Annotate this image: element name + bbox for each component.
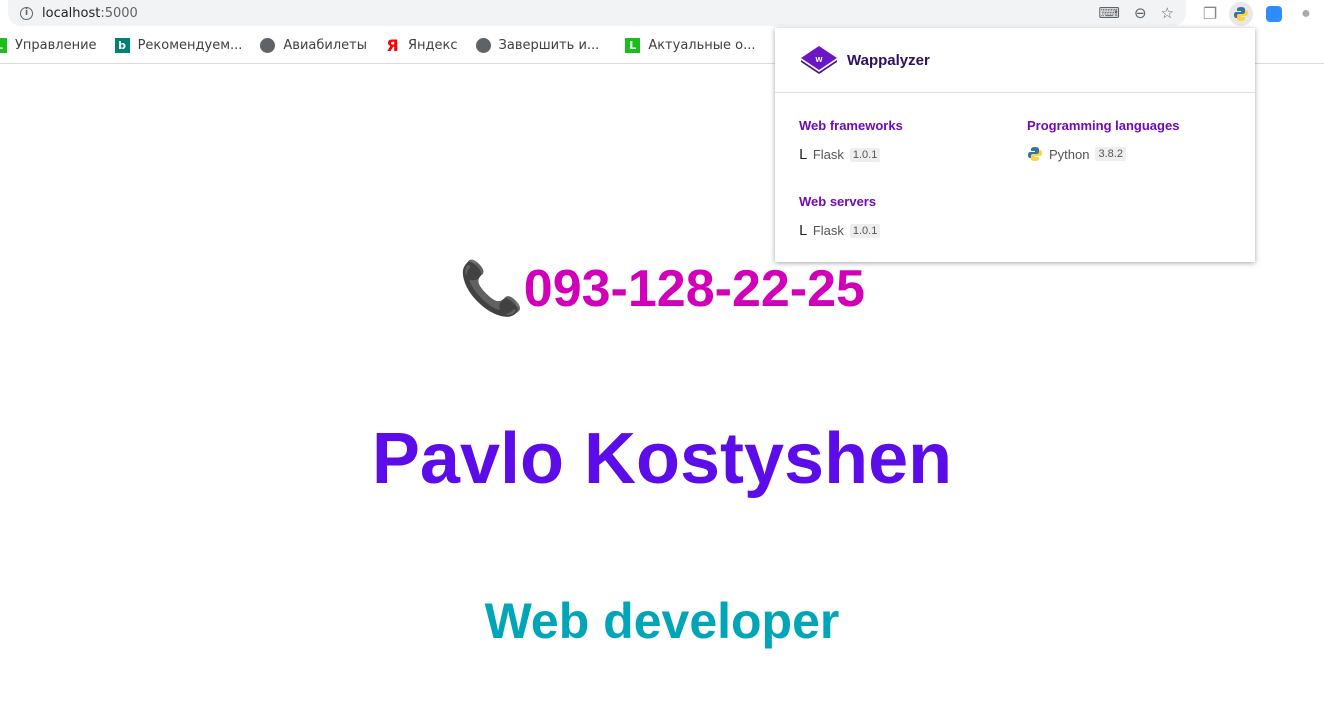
zoom-out-icon[interactable]: ⊖ bbox=[1134, 4, 1147, 22]
star-icon[interactable]: ☆ bbox=[1161, 4, 1174, 22]
wappalyzer-python-icon[interactable] bbox=[1229, 2, 1253, 26]
tech-python[interactable]: Python 3.8.2 bbox=[1027, 146, 1126, 162]
tech-flask[interactable]: ᒪ Flask 1.0.1 bbox=[799, 146, 881, 163]
flask-icon: ᒪ bbox=[799, 222, 807, 238]
phone-number: 📞093-128-22-25 bbox=[0, 258, 1324, 319]
category-web-servers[interactable]: Web servers bbox=[799, 194, 876, 209]
bookmark-recommended[interactable]: b Рекомендуем... bbox=[114, 38, 243, 53]
tech-name: Flask bbox=[812, 223, 844, 238]
bookmark-label: Завершить и... bbox=[498, 38, 600, 53]
tech-version: 3.8.2 bbox=[1095, 147, 1126, 161]
tech-version: 1.0.1 bbox=[849, 223, 881, 238]
camera-icon[interactable]: ● bbox=[1294, 2, 1318, 26]
python-icon bbox=[1028, 147, 1042, 161]
bookmark-zavershit[interactable]: Завершить и... bbox=[475, 38, 600, 53]
lp-icon: L bbox=[0, 38, 7, 53]
wappalyzer-logo-icon: w bbox=[801, 46, 837, 74]
globe-icon bbox=[475, 38, 491, 53]
zoom-icon[interactable] bbox=[1262, 2, 1286, 26]
phone-icon: 📞 bbox=[459, 260, 524, 318]
category-web-frameworks[interactable]: Web frameworks bbox=[799, 118, 903, 133]
svg-text:w: w bbox=[814, 54, 823, 64]
browser-toolbar: i localhost:5000 ⌨ ⊖ ☆ ❐ ● bbox=[0, 0, 1324, 28]
bookmark-label: Управление bbox=[15, 38, 97, 53]
lp-icon: L bbox=[625, 38, 641, 53]
tech-name: Flask bbox=[812, 147, 844, 162]
bookmark-label: Рекомендуем... bbox=[137, 38, 243, 53]
bookmark-label: Актуальные о... bbox=[648, 38, 756, 53]
flask-icon: ᒪ bbox=[799, 146, 807, 162]
popup-header: w Wappalyzer bbox=[775, 28, 1255, 93]
url-port: :5000 bbox=[100, 5, 138, 21]
tech-flask[interactable]: ᒪ Flask 1.0.1 bbox=[799, 222, 881, 239]
globe-icon bbox=[260, 38, 276, 53]
wappalyzer-brand: Wappalyzer bbox=[847, 51, 930, 69]
address-bar[interactable]: i localhost:5000 ⌨ ⊖ ☆ bbox=[8, 0, 1186, 26]
translate-icon[interactable]: ⌨ bbox=[1098, 4, 1120, 22]
url-host: localhost bbox=[42, 5, 101, 21]
bookmark-aktualnye[interactable]: L Актуальные о... bbox=[625, 38, 756, 53]
bookmark-aviabilety[interactable]: Авиабилеты bbox=[260, 38, 367, 53]
phone-text: 093-128-22-25 bbox=[523, 260, 865, 318]
bookmark-label: Яндекс bbox=[408, 38, 458, 53]
extension-icon[interactable]: ❐ bbox=[1198, 2, 1222, 26]
tech-name: Python bbox=[1049, 146, 1090, 162]
job-title: Web developer bbox=[484, 593, 840, 649]
bookmark-yandex[interactable]: Я Яндекс bbox=[385, 36, 458, 55]
yandex-icon: Я bbox=[386, 36, 399, 55]
category-programming-languages[interactable]: Programming languages bbox=[1027, 118, 1179, 133]
info-icon[interactable]: i bbox=[20, 6, 33, 20]
person-name: Pavlo Kostyshen bbox=[371, 419, 953, 499]
wappalyzer-popup: w Wappalyzer Web frameworks ᒪ Flask 1.0.1 … bbox=[775, 28, 1255, 262]
tech-version: 1.0.1 bbox=[849, 147, 881, 162]
bookmark-label: Авиабилеты bbox=[283, 38, 367, 53]
bookmark-upravlenie[interactable]: L Управление bbox=[0, 38, 97, 53]
bing-icon: b bbox=[114, 38, 130, 53]
